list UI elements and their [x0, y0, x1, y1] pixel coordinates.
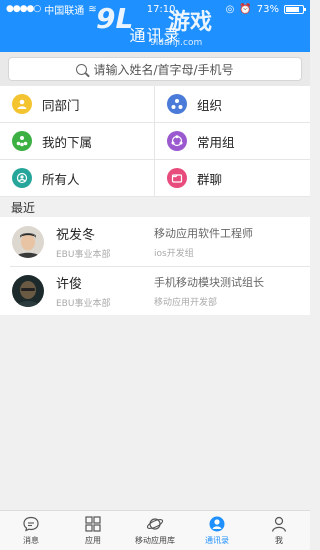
- chat-folder-icon: [167, 168, 187, 188]
- tab-label: 通讯录: [205, 536, 229, 545]
- category-label: 我的下属: [42, 134, 93, 150]
- signal-icon: ●●●●○: [6, 4, 41, 14]
- contact-name: 祝发冬: [56, 227, 96, 243]
- search-bar: 请输入姓名/首字母/手机号: [0, 52, 310, 86]
- all-people-icon: [12, 168, 32, 188]
- battery-label: 73%: [256, 3, 279, 15]
- category-label: 所有人: [42, 171, 80, 187]
- contact-team: 移动应用开发部: [154, 297, 218, 308]
- watermark-url: 9ldanji.com: [150, 38, 203, 48]
- bottom-tab-bar: 消息 应用 移动应用库 通讯录 我: [0, 510, 310, 550]
- category-common-groups[interactable]: 常用组: [155, 123, 310, 160]
- status-bar: ●●●●○ 中国联通 ≋ 17:10 ◎ ⏰ 73%: [0, 0, 310, 18]
- tab-label: 应用: [85, 536, 101, 545]
- category-label: 常用组: [197, 134, 235, 150]
- lock-rotation-icon: ◎: [225, 3, 235, 15]
- contact-row[interactable]: 祝发冬 EBU事业本部 移动应用软件工程师 ios开发组: [0, 217, 310, 266]
- contact-title: 手机移动模块测试组长: [154, 275, 264, 289]
- category-label: 组织: [197, 97, 223, 113]
- tab-label: 我: [275, 536, 283, 545]
- tab-mobile-app-library[interactable]: 移动应用库: [124, 511, 186, 550]
- profile-icon: [271, 516, 287, 532]
- team-icon: [12, 131, 32, 151]
- contacts-icon: [209, 516, 225, 532]
- planet-icon: [146, 518, 164, 530]
- category-organization[interactable]: 组织: [155, 86, 310, 123]
- avatar: [12, 274, 44, 307]
- contact-name: 许俊: [56, 276, 83, 292]
- category-label: 群聊: [197, 171, 223, 187]
- category-label: 同部门: [42, 97, 80, 113]
- tab-label: 移动应用库: [135, 536, 175, 545]
- contact-department: EBU事业本部: [56, 249, 111, 260]
- avatar: [12, 225, 44, 258]
- carrier-label: 中国联通: [44, 5, 85, 17]
- group-icon: [167, 131, 187, 151]
- search-icon: [76, 63, 88, 75]
- contact-team: ios开发组: [154, 248, 194, 259]
- category-grid: 同部门 组织 我的下属 常用组 所有人 群聊: [0, 86, 310, 197]
- app-header: ●●●●○ 中国联通 ≋ 17:10 ◎ ⏰ 73% 通讯录 9L 游戏 9ld…: [0, 0, 310, 52]
- recent-section-header: 最近: [0, 197, 310, 217]
- tab-me[interactable]: 我: [248, 511, 310, 550]
- search-placeholder: 请输入姓名/首字母/手机号: [93, 62, 234, 77]
- category-my-subordinates[interactable]: 我的下属: [0, 123, 155, 160]
- contact-title: 移动应用软件工程师: [154, 226, 253, 240]
- contact-department: EBU事业本部: [56, 298, 111, 309]
- alarm-icon: ⏰: [239, 3, 252, 15]
- apps-icon: [85, 516, 101, 532]
- tab-apps[interactable]: 应用: [62, 511, 124, 550]
- category-group-chats[interactable]: 群聊: [155, 160, 310, 197]
- message-icon: [23, 516, 39, 532]
- battery-icon: [284, 4, 306, 14]
- category-same-department[interactable]: 同部门: [0, 86, 155, 123]
- tab-contacts[interactable]: 通讯录: [186, 511, 248, 550]
- tab-label: 消息: [23, 536, 39, 545]
- search-input[interactable]: 请输入姓名/首字母/手机号: [8, 57, 302, 81]
- org-icon: [167, 94, 187, 114]
- tab-messages[interactable]: 消息: [0, 511, 62, 550]
- category-all-people[interactable]: 所有人: [0, 160, 155, 197]
- person-icon: [12, 94, 32, 114]
- contact-row[interactable]: 许俊 EBU事业本部 手机移动模块测试组长 移动应用开发部: [0, 266, 310, 315]
- recent-contacts-list: 祝发冬 EBU事业本部 移动应用软件工程师 ios开发组 许俊 EBU事业本部 …: [0, 217, 310, 315]
- watermark-text: 游戏: [168, 10, 213, 35]
- watermark-logo: 9L: [96, 2, 134, 35]
